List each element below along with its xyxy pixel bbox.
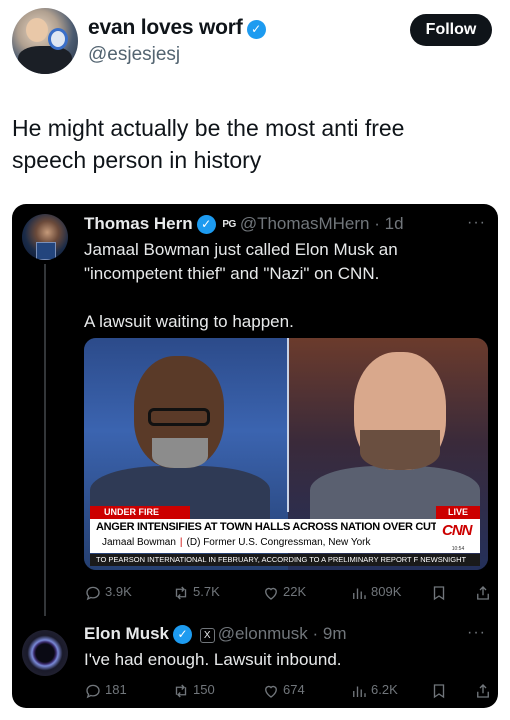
reply-button[interactable]: 181 bbox=[84, 678, 127, 702]
quoted-action-bar: 3.9K 5.7K 22K 809K bbox=[84, 580, 494, 604]
views-count: 6.2K bbox=[371, 682, 398, 697]
chyron-headline-box: ANGER INTENSIFIES AT TOWN HALLS ACROSS N… bbox=[90, 519, 444, 553]
like-icon bbox=[265, 587, 277, 600]
share-icon bbox=[477, 585, 489, 600]
reply-author-handle[interactable]: @elonmusk bbox=[218, 624, 308, 643]
like-icon bbox=[265, 685, 277, 698]
views-button[interactable]: 6.2K bbox=[350, 678, 398, 702]
chyron-separator: | bbox=[179, 537, 183, 548]
person-left bbox=[152, 438, 208, 468]
video-thumbnail[interactable]: UNDER FIRE LIVE ANGER INTENSIFIES AT TOW… bbox=[84, 338, 488, 570]
split-screen-divider bbox=[287, 338, 289, 512]
author-avatar[interactable] bbox=[12, 8, 78, 74]
verified-badge-icon: ✓ bbox=[196, 215, 216, 234]
reply-author-row: Elon Musk ✓ X @elonmusk · 9m bbox=[84, 624, 347, 644]
live-badge: LIVE bbox=[436, 506, 480, 519]
cnn-logo: CNN bbox=[442, 522, 472, 539]
repost-icon bbox=[175, 586, 187, 600]
reply-timestamp[interactable]: · 9m bbox=[313, 624, 347, 643]
post-text: He might actually be the most anti free … bbox=[12, 115, 405, 173]
person-left bbox=[148, 408, 210, 426]
quoted-author-row: Thomas Hern ✓ PG @ThomasMHern · 1d bbox=[84, 214, 404, 234]
post-header: evan loves worf ✓ @esjesjesj Follow bbox=[12, 8, 498, 74]
verified-badge-icon: ✓ bbox=[173, 625, 193, 644]
repost-icon bbox=[175, 684, 187, 698]
avatar-podium bbox=[36, 242, 56, 260]
reply-action-bar: 181 150 674 6.2K bbox=[84, 678, 494, 702]
bookmark-button[interactable] bbox=[430, 580, 451, 604]
views-icon bbox=[353, 588, 366, 599]
bookmark-icon bbox=[433, 585, 445, 600]
views-icon bbox=[353, 686, 366, 697]
like-button[interactable]: 22K bbox=[262, 580, 306, 604]
reply-count: 3.9K bbox=[105, 584, 132, 599]
follow-button[interactable]: Follow bbox=[410, 14, 492, 46]
bookmark-icon bbox=[433, 683, 445, 698]
reply-count: 181 bbox=[105, 682, 127, 697]
quoted-text: Jamaal Bowman just called Elon Musk an "… bbox=[84, 240, 398, 331]
reply-icon bbox=[86, 586, 100, 600]
avatar-figure bbox=[26, 18, 48, 42]
chyron-name: Jamaal Bowman bbox=[102, 537, 176, 548]
share-button[interactable] bbox=[474, 580, 495, 604]
x-affiliation-icon: X bbox=[199, 628, 215, 643]
reply-icon bbox=[86, 684, 100, 698]
news-chyron: UNDER FIRE LIVE ANGER INTENSIFIES AT TOW… bbox=[84, 506, 488, 570]
avatar-figure bbox=[18, 46, 72, 74]
quoted-thread-card[interactable]: Thomas Hern ✓ PG @ThomasMHern · 1d ··· Jam… bbox=[12, 204, 498, 708]
network-logo-box: CNN 10:54 bbox=[436, 519, 480, 553]
author-name[interactable]: evan loves worf ✓ bbox=[88, 16, 266, 40]
chyron-tag: UNDER FIRE bbox=[90, 506, 190, 519]
more-options-icon[interactable]: ··· bbox=[467, 214, 486, 232]
quoted-author-handle[interactable]: @ThomasMHern bbox=[240, 214, 370, 233]
quoted-timestamp[interactable]: · 1d bbox=[374, 214, 403, 233]
avatar-figure bbox=[48, 28, 68, 50]
like-count: 22K bbox=[283, 584, 307, 599]
quoted-author-avatar[interactable] bbox=[22, 214, 68, 260]
share-button[interactable] bbox=[474, 678, 495, 702]
reply-button[interactable]: 3.9K bbox=[84, 580, 132, 604]
views-count: 809K bbox=[371, 584, 402, 599]
quoted-author-name[interactable]: Thomas Hern bbox=[84, 214, 193, 233]
author-name-text: evan loves worf bbox=[88, 16, 243, 39]
like-button[interactable]: 674 bbox=[262, 678, 305, 702]
repost-button[interactable]: 5.7K bbox=[172, 580, 220, 604]
chyron-headline: ANGER INTENSIFIES AT TOWN HALLS ACROSS N… bbox=[96, 521, 445, 533]
person-right bbox=[360, 430, 440, 470]
reply-text: I've had enough. Lawsuit inbound. bbox=[84, 650, 342, 669]
chyron-title: (D) Former U.S. Congressman, New York bbox=[186, 537, 371, 548]
author-handle[interactable]: @esjesjesj bbox=[88, 44, 180, 66]
repost-count: 5.7K bbox=[193, 584, 220, 599]
repost-count: 150 bbox=[193, 682, 215, 697]
reply-author-avatar[interactable] bbox=[22, 630, 68, 676]
like-count: 674 bbox=[283, 682, 305, 697]
reply-author-name[interactable]: Elon Musk bbox=[84, 624, 169, 643]
thread-connector bbox=[44, 264, 46, 616]
views-button[interactable]: 809K bbox=[350, 580, 401, 604]
affiliation-badge: PG bbox=[222, 219, 236, 230]
chyron-clock: 10:54 bbox=[451, 546, 465, 552]
more-options-icon[interactable]: ··· bbox=[467, 624, 486, 642]
bookmark-button[interactable] bbox=[430, 678, 451, 702]
news-ticker: TO PEARSON INTERNATIONAL IN FEBRUARY, AC… bbox=[90, 554, 480, 566]
share-icon bbox=[477, 683, 489, 698]
chyron-subline: Jamaal Bowman | (D) Former U.S. Congressma… bbox=[102, 537, 370, 548]
repost-button[interactable]: 150 bbox=[172, 678, 215, 702]
verified-badge-icon: ✓ bbox=[246, 20, 266, 39]
